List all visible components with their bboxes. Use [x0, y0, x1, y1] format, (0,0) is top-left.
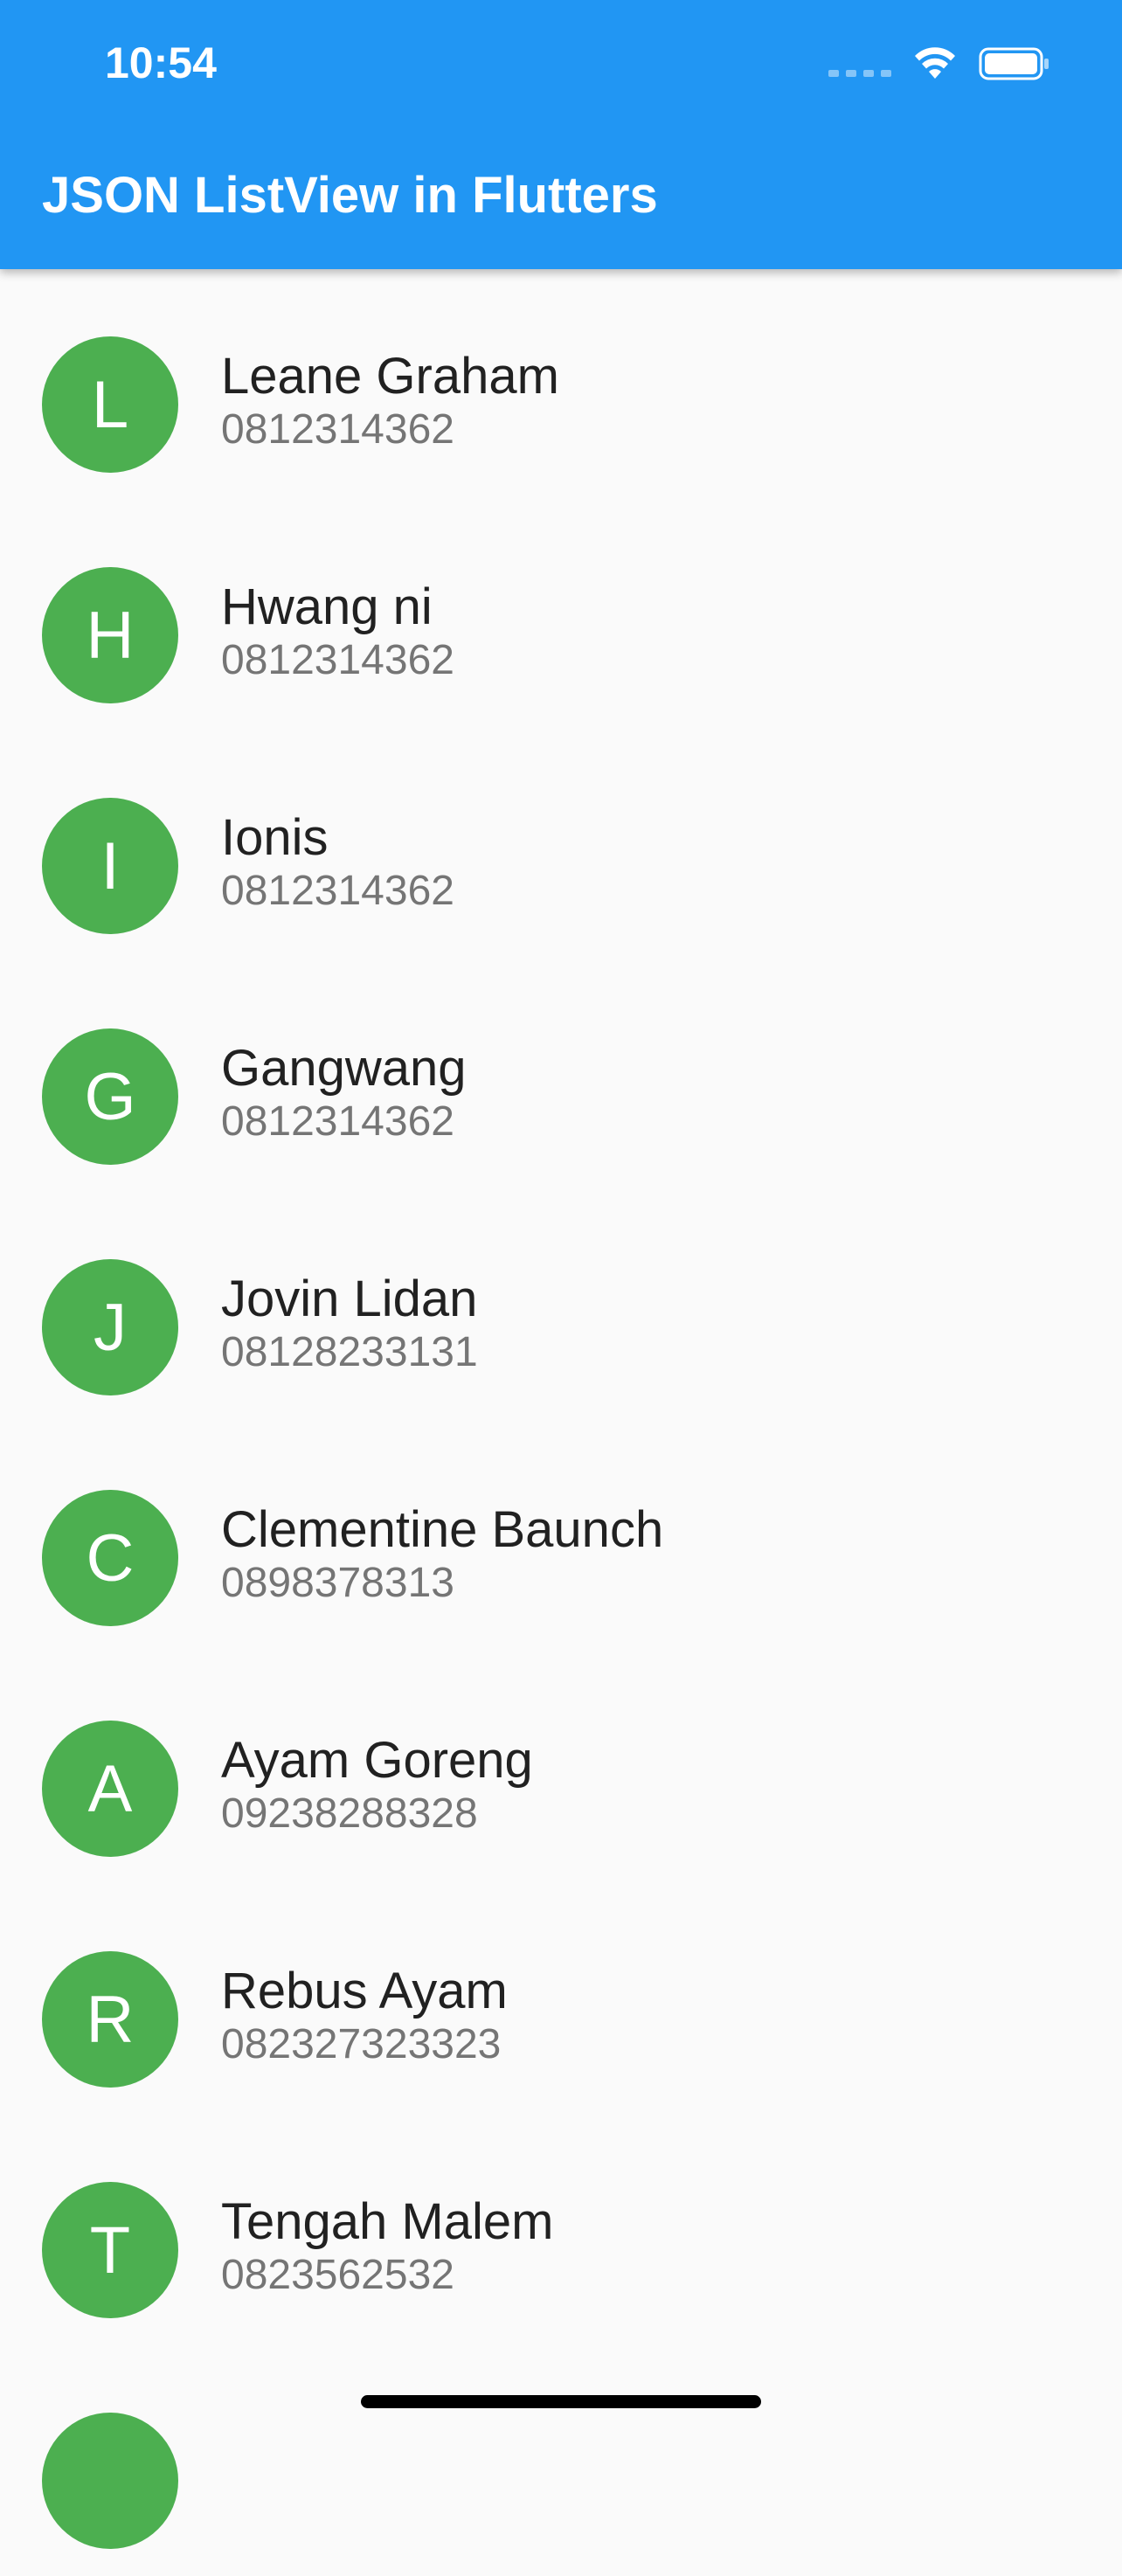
contact-phone: 0812314362 — [221, 406, 454, 453]
list-item[interactable]: R Rebus Ayam 082327323323 — [0, 1884, 1122, 2115]
status-icons — [828, 45, 1050, 82]
status-bar: 10:54 — [0, 0, 1122, 128]
contact-phone: 0898378313 — [221, 1560, 454, 1606]
wifi-icon — [915, 47, 955, 79]
contact-phone: 0823562532 — [221, 2252, 454, 2298]
contact-name: Tengah Malem — [221, 2193, 554, 2250]
contact-phone: 08128233131 — [221, 1329, 478, 1375]
battery-icon — [979, 47, 1049, 80]
contact-name: Clementine Baunch — [221, 1501, 664, 1558]
avatar: J — [42, 1259, 178, 1395]
contact-name: Jovin Lidan — [221, 1271, 478, 1327]
list-item[interactable]: G Gangwang 0812314362 — [0, 961, 1122, 1192]
contact-name: Rebus Ayam — [221, 1963, 508, 2019]
contact-name: Hwang ni — [221, 578, 433, 635]
home-indicator[interactable] — [361, 2395, 761, 2408]
contact-list[interactable]: L Leane Graham 0812314362 H Hwang ni 081… — [0, 269, 1122, 2576]
page-title: JSON ListView in Flutters — [42, 167, 658, 224]
contact-phone: 0812314362 — [221, 637, 454, 683]
contact-phone: 082327323323 — [221, 2021, 502, 2067]
list-item[interactable]: H Hwang ni 0812314362 — [0, 500, 1122, 731]
app-bar: 10:54 JSON ListView in Flutters — [0, 0, 1122, 269]
avatar: G — [42, 1028, 178, 1165]
contact-phone: 0812314362 — [221, 1098, 454, 1145]
list-item[interactable] — [0, 2345, 1122, 2576]
avatar — [42, 2413, 178, 2549]
signal-icon — [828, 45, 891, 82]
contact-name: Leane Graham — [221, 348, 559, 405]
avatar: H — [42, 567, 178, 703]
contact-name: Ionis — [221, 809, 329, 866]
list-item[interactable]: I Ionis 0812314362 — [0, 731, 1122, 961]
avatar: L — [42, 336, 178, 473]
contact-phone: 09238288328 — [221, 1790, 478, 1837]
list-item[interactable]: A Ayam Goreng 09238288328 — [0, 1653, 1122, 1884]
avatar: A — [42, 1721, 178, 1857]
list-item[interactable]: T Tengah Malem 0823562532 — [0, 2115, 1122, 2345]
contact-name: Gangwang — [221, 1040, 467, 1097]
list-item[interactable]: J Jovin Lidan 08128233131 — [0, 1192, 1122, 1423]
avatar: C — [42, 1490, 178, 1626]
contact-name: Ayam Goreng — [221, 1732, 533, 1789]
avatar: T — [42, 2182, 178, 2318]
contact-phone: 0812314362 — [221, 868, 454, 914]
avatar: I — [42, 798, 178, 934]
avatar: R — [42, 1951, 178, 2088]
status-time: 10:54 — [105, 38, 217, 87]
list-item[interactable]: C Clementine Baunch 0898378313 — [0, 1423, 1122, 1653]
list-item[interactable]: L Leane Graham 0812314362 — [0, 269, 1122, 500]
